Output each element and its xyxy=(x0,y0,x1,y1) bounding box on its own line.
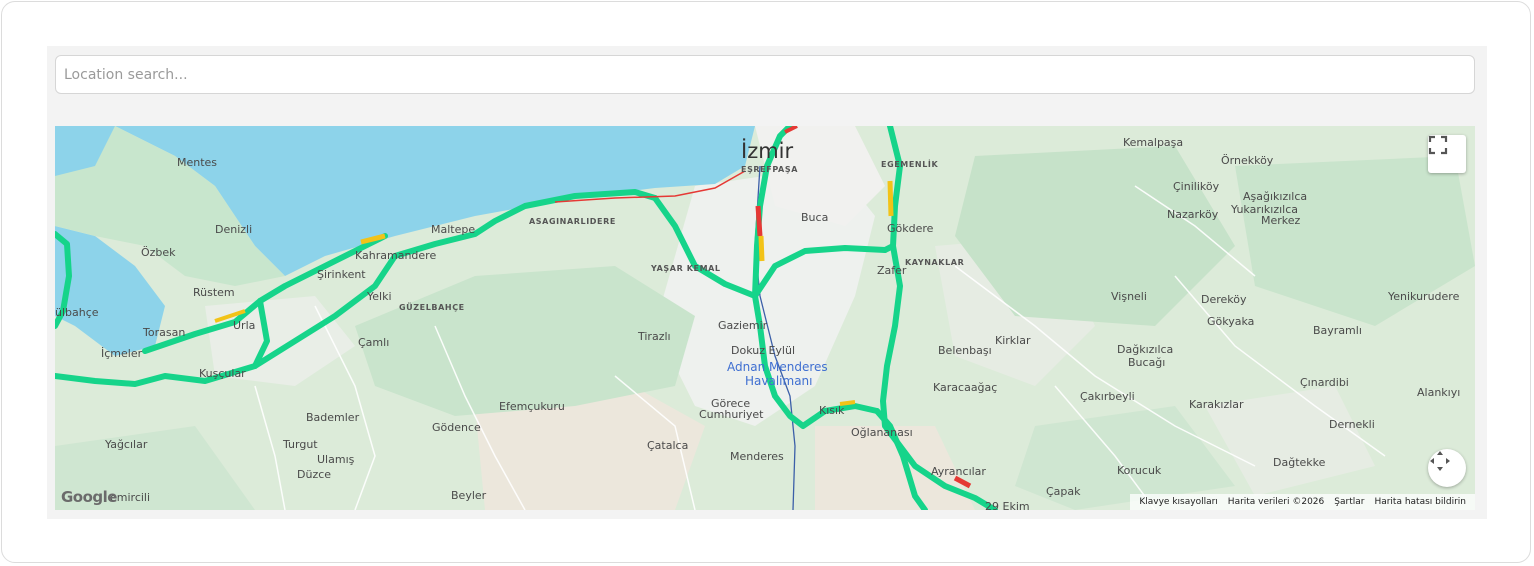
place-label: ülbahçe xyxy=(55,306,99,319)
place-label: Ulamış xyxy=(317,453,355,466)
place-label: Çatalca xyxy=(647,439,688,452)
place-label: Düzce xyxy=(297,468,331,481)
fullscreen-button[interactable] xyxy=(1428,135,1466,173)
place-label: Alankıyı xyxy=(1417,386,1460,399)
city-label: İzmir xyxy=(741,138,794,163)
place-label: Kemalpaşa xyxy=(1123,136,1183,149)
pan-arrows-icon xyxy=(1430,451,1450,471)
google-logo: Google xyxy=(61,488,117,506)
airport-label-1: Adnan Menderes xyxy=(727,360,828,374)
keyboard-shortcuts-link[interactable]: Klavye kısayolları xyxy=(1139,497,1217,507)
place-label: Dağtekke xyxy=(1273,456,1326,469)
map-view[interactable]: İzmir Adnan Menderes Havalimanı EŞREFPAŞ… xyxy=(55,126,1475,510)
map-canvas[interactable]: İzmir Adnan Menderes Havalimanı EŞREFPAŞ… xyxy=(55,126,1475,510)
airport-label-2: Havalimanı xyxy=(745,374,812,388)
place-label: Bademler xyxy=(306,411,360,424)
district-label: EGEMENLİK xyxy=(881,159,938,169)
terms-link[interactable]: Şartlar xyxy=(1334,497,1364,507)
place-label: Urla xyxy=(233,319,255,332)
place-label: Kuşçular xyxy=(199,367,246,380)
place-label: Tirazlı xyxy=(637,330,671,343)
place-label: Rüstem xyxy=(193,286,235,299)
place-label: Nazarköy xyxy=(1167,208,1219,221)
place-label: Zafer xyxy=(877,264,907,277)
place-label: Efemçukuru xyxy=(499,400,565,413)
place-label: Dağkızılca xyxy=(1117,343,1173,356)
place-label: Yenikurudere xyxy=(1387,290,1460,303)
district-label: KAYNAKLAR xyxy=(905,258,964,267)
place-label: Şirinkent xyxy=(317,268,366,281)
place-label: Dernekli xyxy=(1329,418,1375,431)
fullscreen-icon xyxy=(1428,135,1448,155)
place-label: Yelki xyxy=(366,290,392,303)
place-label: Çakırbeyli xyxy=(1080,390,1135,403)
place-label: Kısık xyxy=(819,404,845,417)
place-label: Merkez xyxy=(1261,214,1301,227)
place-label: Bayramlı xyxy=(1313,324,1362,337)
district-label: YAŞAR KEMAL xyxy=(650,264,721,273)
place-label: Çiniliköy xyxy=(1173,180,1220,193)
place-label: Maltepe xyxy=(431,223,475,236)
pan-control-button[interactable] xyxy=(1428,449,1466,487)
place-label: Beyler xyxy=(451,489,487,502)
map-attribution: Klavye kısayolları Harita verileri ©2026… xyxy=(1130,494,1475,510)
place-label: Cumhuriyet xyxy=(699,408,764,421)
place-label: Turgut xyxy=(282,438,318,451)
place-label: 29 Ekim xyxy=(985,500,1030,510)
place-label: Gökdere xyxy=(887,222,934,235)
place-label: Denizli xyxy=(215,223,252,236)
place-label: İçmeler xyxy=(101,347,143,360)
place-label: Çapak xyxy=(1046,485,1081,498)
place-label: Gaziemir xyxy=(718,319,768,332)
place-label: Oğlananası xyxy=(851,426,913,439)
place-label: Karakızlar xyxy=(1189,398,1244,411)
place-label: Torasan xyxy=(142,326,185,339)
place-label: Belenbaşı xyxy=(938,344,992,357)
place-label: Karacaağaç xyxy=(933,381,997,394)
place-label: Menderes xyxy=(730,450,784,463)
place-label: Dokuz Eylül xyxy=(731,344,795,357)
place-label: Gödence xyxy=(432,421,481,434)
place-label: Vişneli xyxy=(1111,290,1147,303)
district-label: GÜZELBAHÇE xyxy=(399,302,465,312)
place-label: Özbek xyxy=(141,246,176,259)
place-label: Ayrancılar xyxy=(931,465,986,478)
place-label: Çamlı xyxy=(358,336,389,349)
place-label: Buca xyxy=(801,211,828,224)
place-label: Bucağı xyxy=(1128,356,1165,369)
place-label: Mentes xyxy=(177,156,217,169)
place-label: Çınardibi xyxy=(1300,376,1349,389)
place-label: Aşağıkızılca xyxy=(1243,190,1307,203)
place-label: Örnekköy xyxy=(1221,154,1274,167)
place-label: Dereköy xyxy=(1201,293,1247,306)
report-error-link[interactable]: Harita hatası bildirin xyxy=(1374,497,1466,507)
place-label: Korucuk xyxy=(1117,464,1162,477)
district-label: EŞREFPAŞA xyxy=(741,165,798,174)
place-label: Kahramandere xyxy=(355,249,436,262)
location-search-input[interactable] xyxy=(55,55,1475,94)
place-label: Gökyaka xyxy=(1207,315,1254,328)
district-label: ASAGINARLIDERE xyxy=(529,217,616,226)
place-label: Yağcılar xyxy=(104,438,148,451)
map-data-label: Harita verileri ©2026 xyxy=(1227,497,1325,507)
place-label: Kirklar xyxy=(995,334,1031,347)
